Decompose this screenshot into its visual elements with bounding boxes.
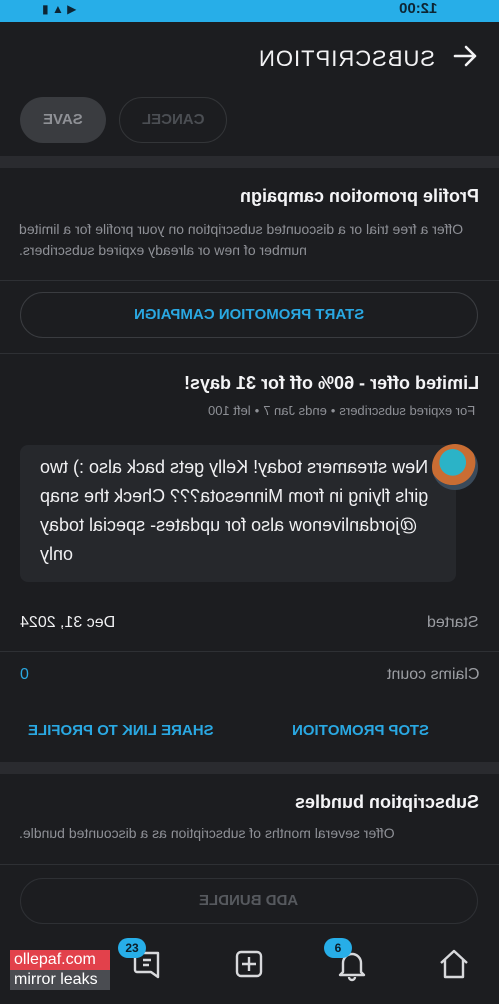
offer-meta: For expired subscribers•ends Jan 7•left … (207, 403, 475, 418)
section-divider (0, 762, 499, 774)
start-promotion-label: START PROMOTION CAMPAIGN (133, 306, 365, 323)
offer-title: Limited offer - 60% off for 31 days! (183, 373, 479, 393)
share-link-button[interactable]: SHARE LINK TO PROFILE (28, 722, 214, 739)
offer-audience: For expired subscribers (339, 403, 475, 418)
clock: 12:00 (398, 0, 437, 17)
avatar (432, 444, 478, 490)
watermark-line1: ollepaf.com (10, 950, 110, 970)
start-promotion-button[interactable]: START PROMOTION CAMPAIGN (20, 292, 478, 338)
page-title: SUBSCRIPTION (257, 46, 435, 71)
stop-promotion-button[interactable]: STOP PROMOTION (292, 722, 429, 739)
home-icon[interactable] (434, 946, 474, 986)
divider (0, 353, 499, 354)
status-bar: ◀ ▲ ▮ 12:00 (0, 0, 499, 22)
bundles-title: Subscription bundles (294, 792, 479, 812)
offer-end-date: ends Jan 7 (263, 403, 327, 418)
watermark: ollepaf.com mirror leaks (10, 950, 110, 990)
cancel-label: CANCEL (141, 111, 205, 128)
back-arrow-icon[interactable] (451, 42, 479, 77)
divider (0, 280, 499, 281)
add-bundle-button[interactable]: ADD BUNDLE (20, 878, 478, 924)
claims-label: Claims count (386, 666, 479, 683)
promo-description: Offer a free trial or a discounted subsc… (19, 221, 464, 258)
offer-remaining: left 100 (207, 403, 251, 418)
section-divider (0, 156, 499, 168)
promo-title: Profile promotion campaign (239, 186, 479, 206)
signal-icons: ◀ ▲ ▮ (42, 2, 77, 16)
started-value: Dec 31, 2024 (20, 614, 116, 631)
claims-value: 0 (20, 666, 29, 683)
cancel-button[interactable]: CANCEL (119, 97, 227, 143)
header: SUBSCRIPTION (0, 22, 499, 94)
watermark-line2: mirror leaks (10, 970, 110, 990)
notifications-badge: 6 (324, 938, 352, 958)
add-bundle-label: ADD BUNDLE (199, 892, 299, 909)
save-label: SAVE (43, 111, 83, 128)
offer-message-text: New streamers today! Kelly gets back als… (40, 457, 429, 564)
save-button[interactable]: SAVE (20, 97, 106, 143)
offer-message: New streamers today! Kelly gets back als… (20, 445, 456, 582)
bundles-description: Offer several months of subscription as … (19, 825, 395, 841)
started-label: Started (427, 614, 479, 631)
divider (0, 864, 499, 865)
divider (0, 651, 499, 652)
plus-square-icon[interactable] (229, 946, 269, 986)
messages-badge: 23 (118, 938, 146, 958)
